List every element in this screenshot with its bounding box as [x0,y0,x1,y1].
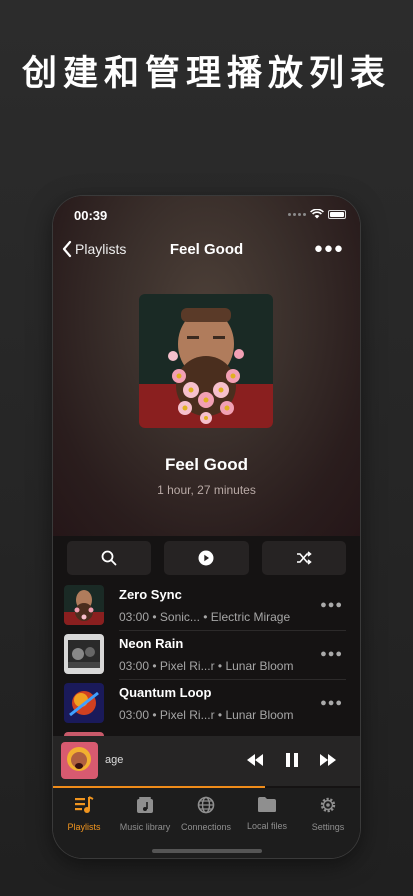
pause-button[interactable] [284,749,300,771]
globe-icon [197,796,215,814]
play-circle-icon [198,550,214,566]
search-icon [101,550,117,566]
search-button[interactable] [67,541,152,575]
shuffle-icon [296,551,312,565]
now-playing-artwork [61,742,98,779]
tab-connections[interactable]: Connections [175,796,237,832]
playlist-actions [67,541,346,575]
playlist-duration: 1 hour, 27 minutes [157,483,256,497]
track-artwork [64,683,104,723]
fast-forward-button[interactable] [319,749,337,771]
track-row[interactable]: Zero Sync 03:00 • Sonic... • Electric Mi… [53,582,360,631]
tab-local-files[interactable]: Local files [236,796,298,831]
tab-label: Local files [246,821,288,831]
play-button[interactable] [164,541,249,575]
status-bar: 00:39 [53,196,360,236]
tab-label: Connections [180,822,232,832]
tab-label: Music library [119,822,171,832]
track-artwork [64,585,104,625]
rewind-button[interactable] [246,749,264,771]
tab-label: Playlists [67,822,101,832]
now-playing-title: age [105,754,124,766]
battery-icon [328,209,346,219]
gear-icon [320,797,336,813]
track-row[interactable]: Neon Rain 03:00 • Pixel Ri...r • Lunar B… [53,631,360,680]
playlist-cover [139,294,273,428]
nav-bar: Playlists Feel Good ●●● [53,236,360,264]
track-title: Quantum Loop [119,685,212,700]
tab-settings[interactable]: Settings [297,796,359,832]
tab-playlists[interactable]: Playlists [53,796,115,832]
phone-frame: 00:39 Playlists Feel Good ●●● Feel Good … [53,196,360,858]
track-meta: 03:00 • Pixel Ri...r • Lunar Bloom [119,659,294,673]
track-more-button[interactable]: ●●● [320,697,343,709]
track-title: Neon Rain [119,636,184,651]
track-title: Zero Sync [119,587,182,602]
mini-player[interactable]: age [53,736,360,786]
playlist-title: Feel Good [164,455,249,474]
tab-label: Settings [311,822,345,832]
track-more-button[interactable]: ●●● [320,648,343,660]
music-library-icon [137,797,153,813]
status-time: 00:39 [74,208,108,223]
track-list: Zero Sync 03:00 • Sonic... • Electric Mi… [53,582,360,729]
folder-icon [258,797,276,812]
promo-headline: 创建和管理播放列表 [21,54,391,94]
tab-bar: Playlists Music library Connections Loca… [53,788,360,858]
track-meta: 03:00 • Sonic... • Electric Mirage [119,610,291,624]
playlists-icon [75,796,94,813]
track-row[interactable]: Quantum Loop 03:00 • Pixel Ri...r • Luna… [53,680,360,729]
wifi-icon [310,209,324,219]
track-more-button[interactable]: ●●● [320,599,343,611]
shuffle-button[interactable] [261,541,346,575]
status-icons [288,209,346,219]
track-artwork [64,634,104,674]
tab-music-library[interactable]: Music library [114,796,176,832]
track-meta: 03:00 • Pixel Ri...r • Lunar Bloom [119,708,294,722]
more-options-button[interactable]: ●●● [314,240,344,257]
signal-icon [288,212,306,216]
home-indicator [152,849,262,853]
